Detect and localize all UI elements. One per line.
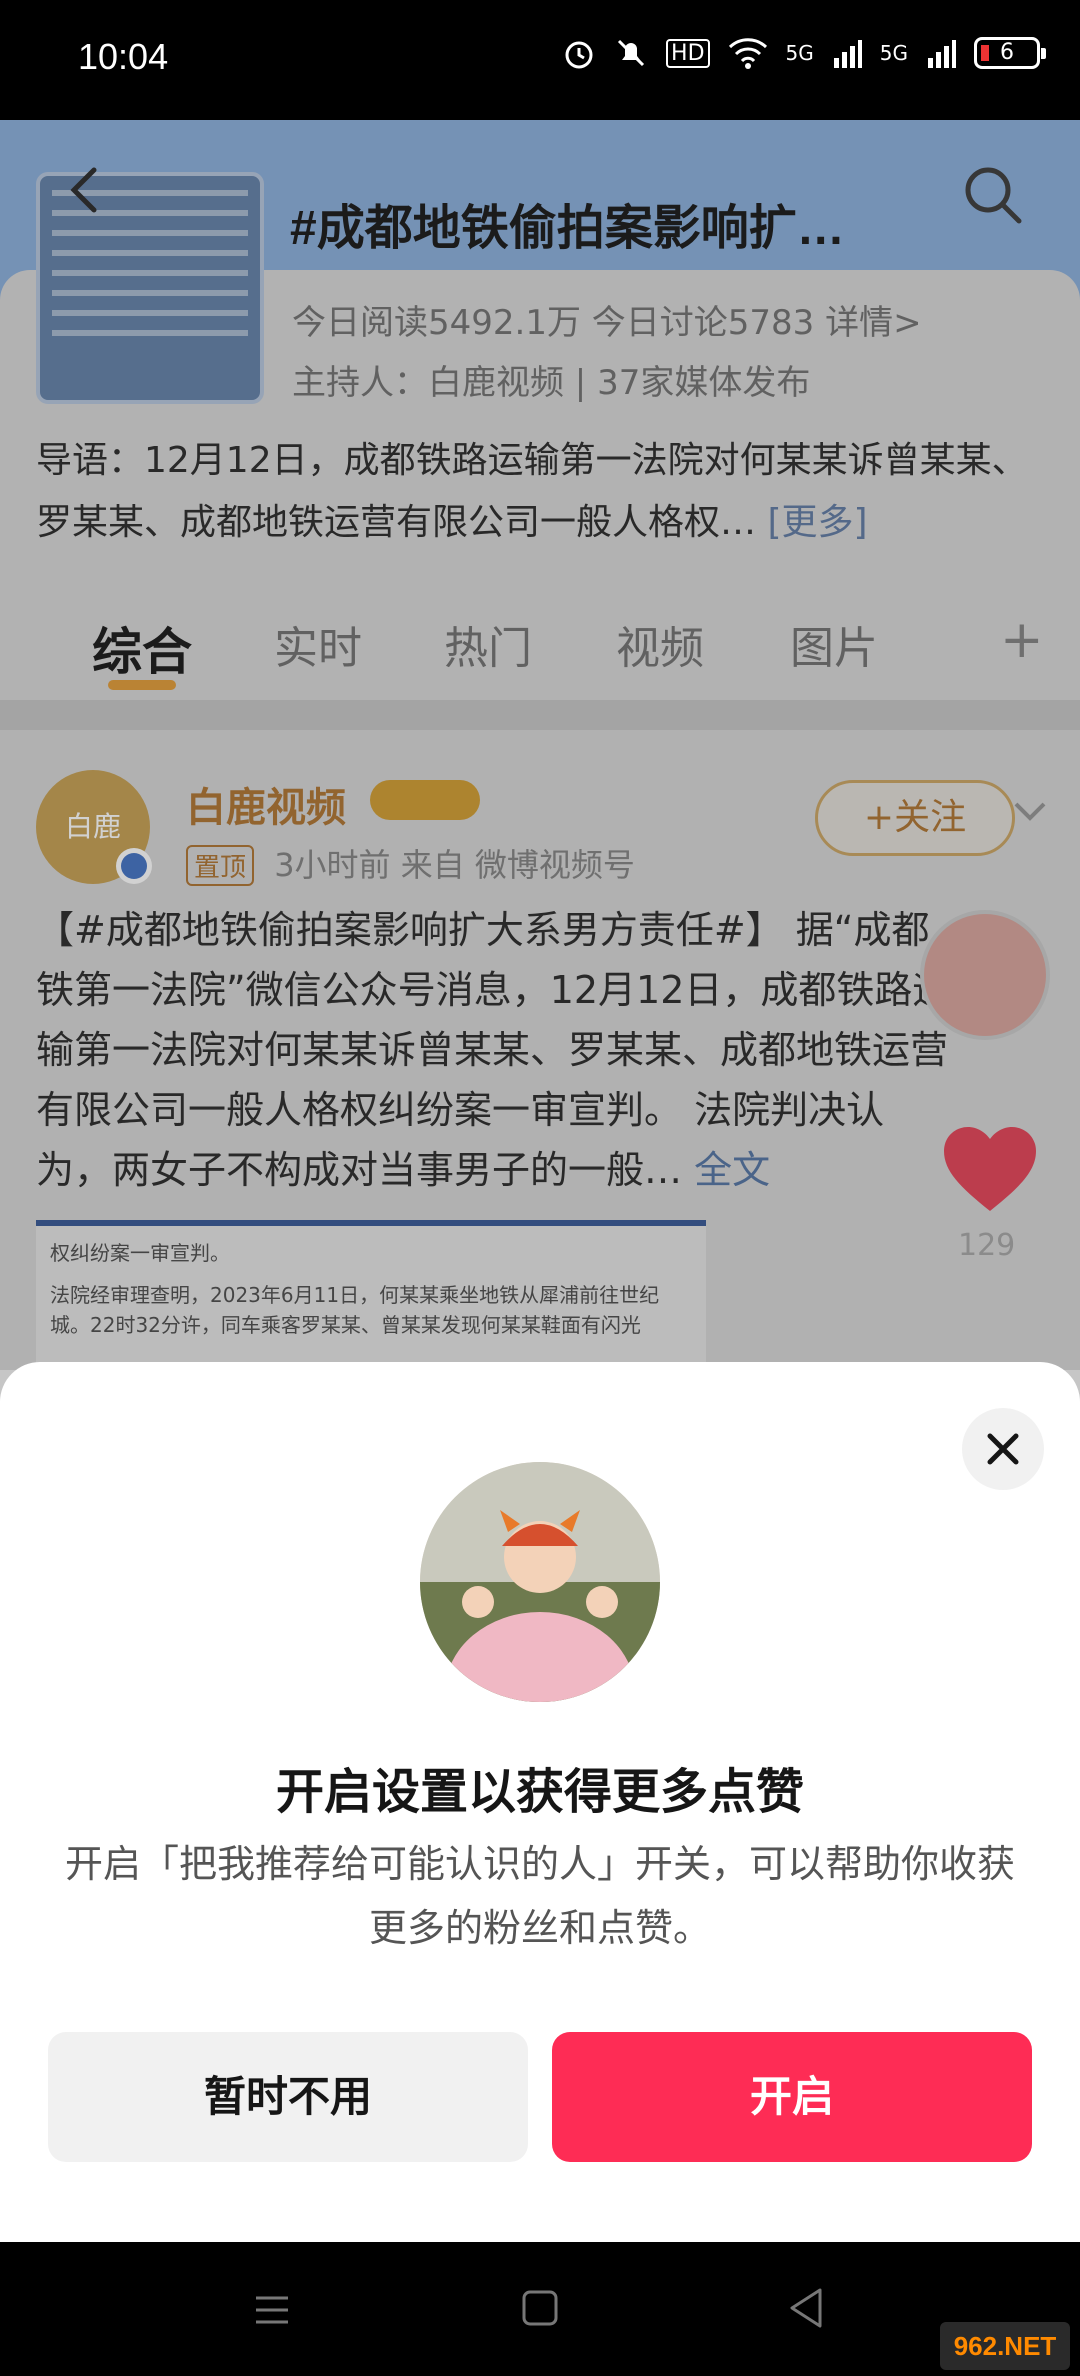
sheet-description: 开启「把我推荐给可能认识的人」开关，可以帮助你收获更多的粉丝和点赞。	[64, 1842, 1015, 1950]
mute-icon	[617, 39, 645, 67]
status-time: 10:04	[78, 36, 169, 77]
close-button[interactable]	[962, 1408, 1044, 1490]
sheet-title: 开启设置以获得更多点赞	[275, 1764, 804, 1820]
watermark-logo: 962.NET	[940, 2322, 1070, 2370]
wifi-icon	[728, 38, 767, 69]
close-icon	[987, 1433, 1019, 1465]
not-now-button[interactable]: 暂时不用	[48, 2032, 528, 2162]
home-icon[interactable]	[520, 2288, 560, 2328]
signal-icon	[833, 40, 862, 68]
signal-icon	[928, 40, 956, 68]
status-bar: 10:04 HD 5G 5G 6	[0, 0, 1080, 120]
system-nav-bar: 962.NET	[0, 2242, 1080, 2376]
menu-icon[interactable]	[252, 2290, 292, 2330]
network-label-2: 5G	[879, 41, 908, 65]
user-avatar	[420, 1462, 660, 1702]
status-icons: HD 5G 5G 6	[562, 36, 1046, 70]
battery-icon: 6	[974, 37, 1046, 69]
hd-label: HD	[666, 38, 710, 68]
enable-button[interactable]: 开启	[552, 2032, 1032, 2162]
network-label-1: 5G	[785, 41, 814, 65]
recommendation-sheet: 开启设置以获得更多点赞 开启「把我推荐给可能认识的人」开关，可以帮助你收获更多的…	[0, 1362, 1080, 2242]
alarm-icon	[565, 41, 593, 69]
back-nav-icon[interactable]	[786, 2286, 826, 2330]
